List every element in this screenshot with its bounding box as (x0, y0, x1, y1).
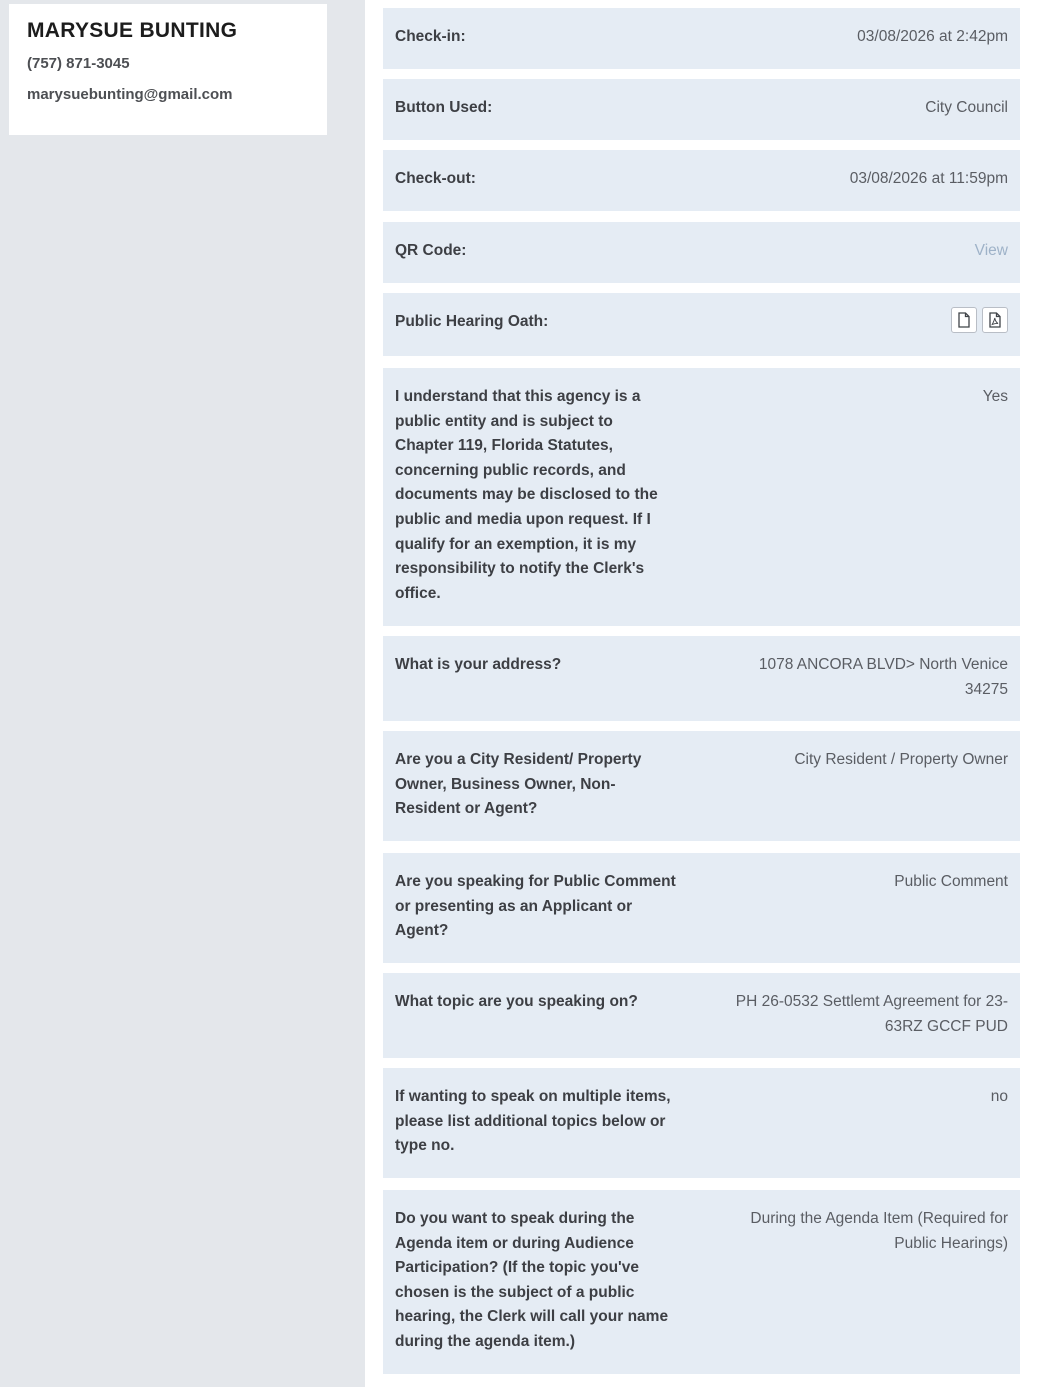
row-label: Are you a City Resident/ Property Owner,… (395, 751, 642, 818)
row-speaking-purpose: Are you speaking for Public Comment or p… (383, 853, 1020, 963)
row-value: 03/08/2026 at 11:59pm (849, 170, 1008, 187)
row-value: During the Agenda Item (Required for Pub… (750, 1210, 1008, 1252)
row-value: Public Comment (894, 873, 1008, 890)
row-value: 1078 ANCORA BLVD> North Venice 34275 (758, 656, 1008, 698)
oath-document-buttons (951, 307, 1008, 333)
row-label: What topic are you speaking on? (395, 993, 638, 1010)
qr-code-view-link[interactable]: View (975, 239, 1008, 264)
row-label: What is your address? (395, 656, 562, 673)
row-check-out: Check-out: 03/08/2026 at 11:59pm (383, 150, 1020, 211)
row-address: What is your address? 1078 ANCORA BLVD> … (383, 636, 1020, 721)
contact-phone: (757) 871-3045 (27, 55, 130, 72)
row-label: Do you want to speak during the Agenda i… (395, 1210, 669, 1350)
row-label: Are you speaking for Public Comment or p… (395, 873, 676, 940)
row-topic: What topic are you speaking on? PH 26-05… (383, 973, 1020, 1058)
row-public-hearing-oath: Public Hearing Oath: (383, 293, 1020, 356)
row-check-in: Check-in: 03/08/2026 at 2:42pm (383, 8, 1020, 69)
row-qr-code: QR Code: View (383, 222, 1020, 283)
row-value: 03/08/2026 at 2:42pm (857, 28, 1008, 45)
row-label: QR Code: (395, 242, 467, 259)
row-label: I understand that this agency is a publi… (395, 388, 658, 602)
check-in-details-panel: Check-in: 03/08/2026 at 2:42pm Button Us… (365, 0, 1049, 1387)
document-icon[interactable] (951, 307, 977, 333)
row-label: Check-in: (395, 28, 466, 45)
contact-email: marysuebunting@gmail.com (27, 86, 233, 103)
row-value: PH 26-0532 Settlemt Agreement for 23-63R… (735, 993, 1008, 1035)
pdf-icon[interactable] (982, 307, 1008, 333)
row-value: City Council (925, 99, 1008, 116)
row-value: Yes (982, 388, 1008, 405)
left-panel: MARYSUE BUNTING (757) 871-3045 marysuebu… (0, 0, 365, 1387)
row-button-used: Button Used: City Council (383, 79, 1020, 140)
row-label: Button Used: (395, 99, 493, 116)
row-multiple-items: If wanting to speak on multiple items, p… (383, 1068, 1020, 1178)
row-label: Public Hearing Oath: (395, 313, 549, 330)
row-label: Check-out: (395, 170, 476, 187)
contact-card: MARYSUE BUNTING (757) 871-3045 marysuebu… (9, 4, 327, 135)
contact-name: MARYSUE BUNTING (27, 19, 238, 42)
row-resident-status: Are you a City Resident/ Property Owner,… (383, 731, 1020, 841)
row-value: no (990, 1088, 1008, 1105)
row-label: If wanting to speak on multiple items, p… (395, 1088, 671, 1155)
row-value: City Resident / Property Owner (794, 751, 1008, 768)
row-speaking-timing: Do you want to speak during the Agenda i… (383, 1190, 1020, 1374)
row-public-records-acknowledgement: I understand that this agency is a publi… (383, 368, 1020, 626)
